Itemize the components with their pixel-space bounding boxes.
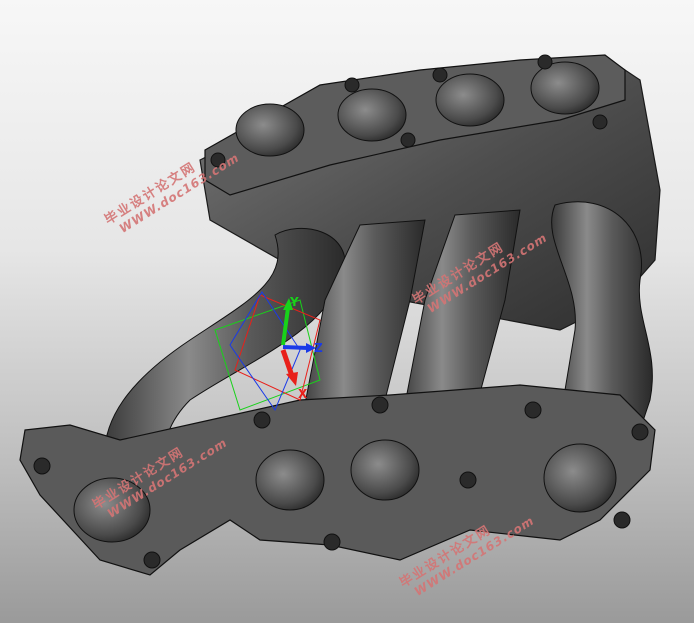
cad-viewport[interactable]: Y Z X 毕业设计论文网 WWW.doc163.com 毕业设计论文网 WWW… (0, 0, 694, 623)
z-axis-label: Z (314, 341, 323, 355)
x-axis (280, 349, 295, 377)
z-axis (282, 345, 309, 350)
y-axis-label: Y (289, 295, 299, 309)
x-axis-label: X (298, 387, 308, 401)
intake-manifold-model[interactable]: Y Z X (0, 0, 694, 623)
